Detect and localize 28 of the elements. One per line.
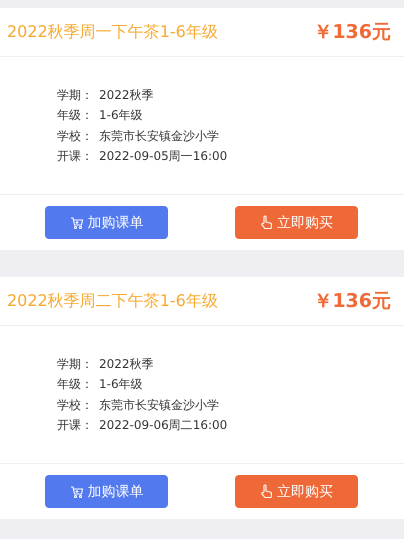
detail-value: 东莞市长安镇金沙小学 xyxy=(99,396,219,414)
buy-now-button[interactable]: 立即购买 xyxy=(235,206,358,239)
buy-now-button[interactable]: 立即购买 xyxy=(235,475,358,508)
detail-value: 2022秋季 xyxy=(99,86,154,104)
detail-label: 年级： xyxy=(57,107,94,124)
detail-value: 东莞市长安镇金沙小学 xyxy=(99,128,219,145)
detail-label: 年级： xyxy=(57,376,94,394)
detail-label: 开课： xyxy=(57,417,94,434)
detail-label: 学校： xyxy=(57,128,94,145)
detail-value: 1-6年级 xyxy=(99,107,143,124)
detail-value: 2022-09-05周一16:00 xyxy=(99,148,228,166)
pointing-hand-icon xyxy=(260,484,273,499)
detail-value: 2022-09-06周二16:00 xyxy=(99,417,228,434)
cart-icon xyxy=(70,216,84,230)
course-title: 2022秋季周一下午茶1-6年级 xyxy=(7,22,218,42)
detail-label: 学校： xyxy=(57,396,94,414)
cart-icon xyxy=(70,484,84,498)
pointing-hand-icon xyxy=(260,215,273,230)
detail-value: 2022秋季 xyxy=(99,356,154,373)
course-price: ￥136元 xyxy=(313,20,391,45)
add-to-cart-button[interactable]: 加购课单 xyxy=(45,475,168,508)
detail-label: 开课： xyxy=(57,148,94,166)
course-title: 2022秋季周二下午茶1-6年级 xyxy=(7,290,218,312)
detail-label: 学期： xyxy=(57,356,94,373)
detail-label: 学期： xyxy=(57,86,94,104)
course-price: ￥136元 xyxy=(313,289,391,314)
detail-value: 1-6年级 xyxy=(99,376,143,394)
add-to-cart-button[interactable]: 加购课单 xyxy=(45,206,168,239)
